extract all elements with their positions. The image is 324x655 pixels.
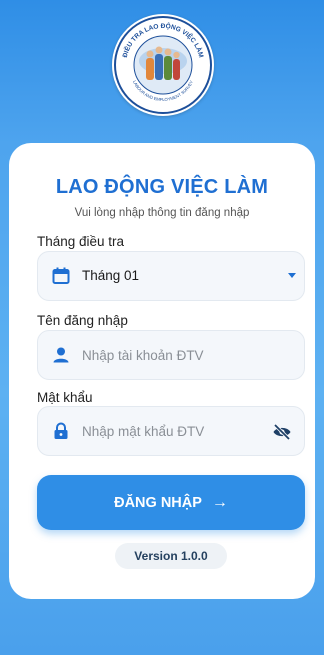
arrow-right-icon: → <box>211 493 228 511</box>
password-field <box>37 406 305 456</box>
password-input[interactable] <box>82 419 262 443</box>
month-select[interactable]: Tháng 01 <box>37 251 305 301</box>
app-logo: ĐIỀU TRA LAO ĐỘNG VIỆC LÀM LABOUR AND EM… <box>112 14 214 116</box>
username-field <box>37 330 305 380</box>
login-card: LAO ĐỘNG VIỆC LÀM Vui lòng nhập thông ti… <box>9 143 315 599</box>
login-button[interactable]: ĐĂNG NHẬP → <box>37 475 305 530</box>
page-title: LAO ĐỘNG VIỆC LÀM <box>55 176 269 198</box>
chevron-down-icon <box>288 273 296 278</box>
eye-off-icon[interactable] <box>272 422 292 442</box>
month-value: Tháng 01 <box>82 268 140 283</box>
login-subtitle: Vui lòng nhập thông tin đăng nhập <box>74 207 250 219</box>
person-icon <box>51 345 71 365</box>
username-field-label: Tên đăng nhập <box>37 313 128 328</box>
version-badge: Version 1.0.0 <box>115 543 227 569</box>
calendar-icon <box>51 266 71 286</box>
login-button-label: ĐĂNG NHẬP <box>114 494 202 511</box>
password-field-label: Mật khẩu <box>37 390 93 405</box>
lock-icon <box>51 421 71 441</box>
month-field-label: Tháng điều tra <box>37 234 125 249</box>
username-input[interactable] <box>82 343 262 367</box>
